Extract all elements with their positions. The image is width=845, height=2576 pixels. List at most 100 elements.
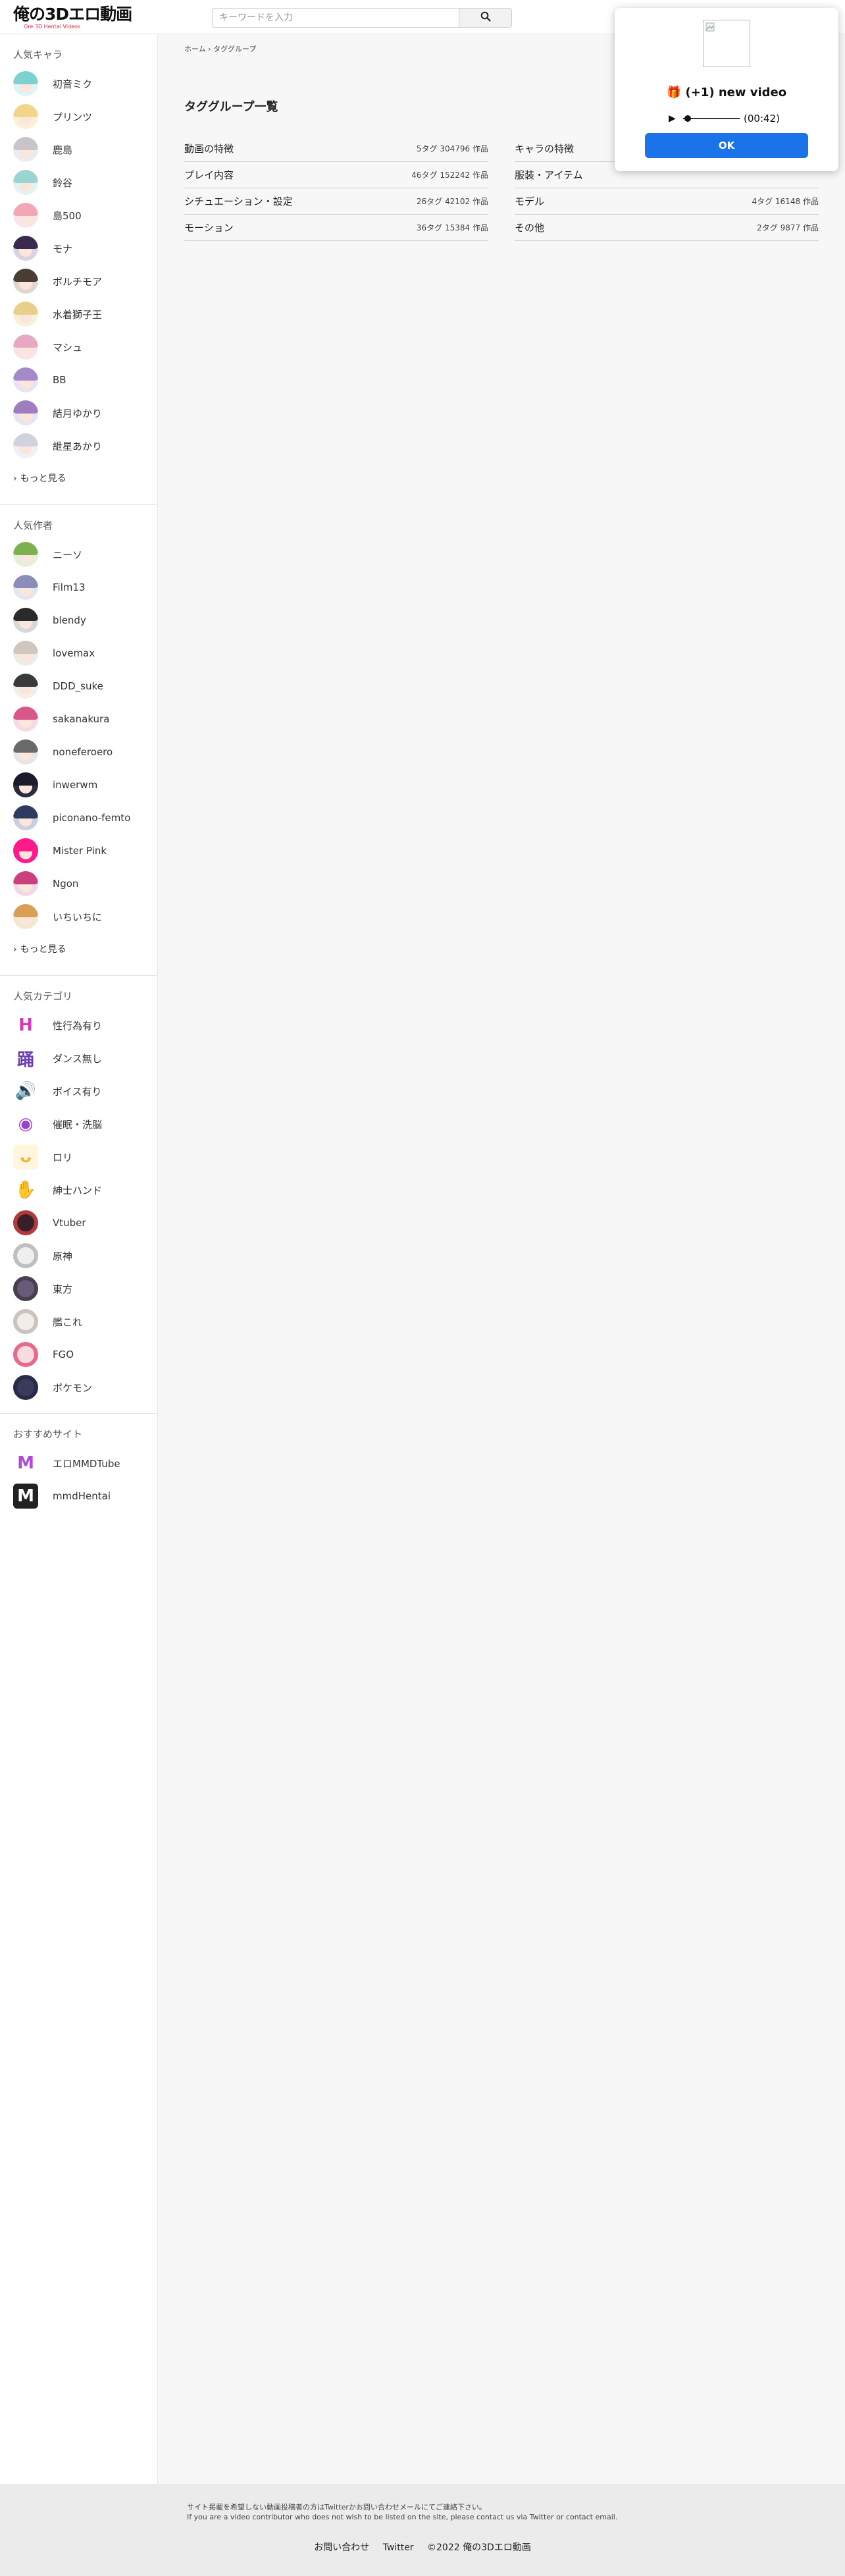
search-button[interactable] [459,8,512,28]
category-item[interactable]: 🔊 ボイス有り [0,1075,157,1108]
author-item[interactable]: blendy [0,604,157,637]
category-label: 性行為有り [53,1019,103,1032]
tag-group-row[interactable]: モーション 36タグ 15384 作品 [184,215,488,241]
tag-group-row[interactable]: 動画の特徴 5タグ 304796 作品 [184,136,488,162]
category-label: 艦これ [53,1316,83,1328]
character-item[interactable]: 鹿島 [0,133,157,166]
character-item[interactable]: BB [0,363,157,396]
author-label: lovemax [53,647,95,659]
search-input[interactable] [212,8,459,28]
avatar [13,269,38,294]
author-item[interactable]: Mister Pink [0,834,157,867]
character-item[interactable]: モナ [0,232,157,265]
avatar [13,805,38,830]
site-item[interactable]: MmmdHentai [0,1480,157,1513]
category-label: ロリ [53,1151,73,1164]
category-label: FGO [53,1349,74,1360]
character-label: マシュ [53,341,83,354]
character-item[interactable]: 鈴谷 [0,166,157,199]
tag-group-tag-count: 5タグ [416,144,438,153]
tag-group-work-count: 304796 作品 [440,144,488,153]
category-item[interactable]: 踊 ダンス無し [0,1042,157,1075]
category-icon: H [13,1013,38,1038]
tag-group-meta: 26タグ 42102 作品 [417,196,488,207]
author-item[interactable]: いちいちに [0,900,157,933]
audio-progress-knob[interactable] [684,115,692,122]
tag-group-tag-count: 26タグ [416,197,443,206]
tag-group-work-count: 9877 作品 [780,223,819,232]
footer-twitter-link[interactable]: Twitter [383,2542,414,2553]
tag-group-row[interactable]: モデル 4タグ 16148 作品 [515,188,819,215]
tag-group-row[interactable]: シチュエーション・設定 26タグ 42102 作品 [184,188,488,215]
author-item[interactable]: Film13 [0,571,157,604]
character-list: 初音ミク プリンツ 鹿島 鈴谷 島500 モナ ボルチモア 水着獅子王マシュ BB 結月ゆかり紲星… [0,67,157,462]
avatar [13,137,38,162]
tag-group-tag-count: 46タグ [411,171,438,180]
character-item[interactable]: 水着獅子王 [0,298,157,331]
author-item[interactable]: sakanakura [0,703,157,736]
footer-contact-link[interactable]: お問い合わせ [314,2542,369,2553]
avatar [13,608,38,633]
character-label: 結月ゆかり [53,407,103,419]
author-label: DDD_suke [53,680,103,692]
character-item[interactable]: 紲星あかり [0,429,157,462]
tag-group-row[interactable]: その他 2タグ 9877 作品 [515,215,819,241]
tag-group-name: モデル [515,196,545,207]
avatar [13,674,38,699]
avatar-hair [13,170,38,183]
site-label: エロMMDTube [53,1457,120,1470]
category-item[interactable]: ◉ 催眠・洗脳 [0,1108,157,1140]
avatar [13,335,38,360]
authors-more-link[interactable]: もっと見る [0,933,157,966]
author-item[interactable]: lovemax [0,637,157,670]
tag-group-meta: 5タグ 304796 作品 [417,143,488,154]
category-item[interactable]: ✋ 紳士ハンド [0,1173,157,1206]
audio-progress-track[interactable] [683,115,740,122]
category-item[interactable]: ᴗ ロリ [0,1140,157,1173]
category-item[interactable]: H 性行為有り [0,1009,157,1042]
author-label: Film13 [53,581,86,593]
category-item[interactable]: 東方 [0,1272,157,1305]
avatar-hair [13,203,38,216]
play-icon[interactable]: ▶ [669,113,679,124]
character-item[interactable]: ボルチモア [0,265,157,298]
broken-image-placeholder [703,20,750,67]
character-item[interactable]: 結月ゆかり [0,396,157,429]
category-icon [13,1309,38,1334]
character-item[interactable]: プリンツ [0,100,157,133]
characters-more-link[interactable]: もっと見る [0,462,157,495]
tag-group-name: シチュエーション・設定 [184,196,293,207]
author-label: Ngon [53,878,79,890]
author-item[interactable]: inwerwm [0,768,157,801]
sidebar: 人気キャラ 初音ミク プリンツ 鹿島 鈴谷 島500 モナ ボルチモア 水着獅子王マシュ BB 結… [0,34,158,2484]
popular-characters-title: 人気キャラ [13,49,63,61]
category-item[interactable]: 艦これ [0,1305,157,1338]
ok-button[interactable]: OK [645,133,808,158]
author-item[interactable]: noneferoero [0,736,157,768]
avatar-hair [13,707,38,720]
author-item[interactable]: Ngon [0,867,157,900]
site-item[interactable]: M エロMMDTube [0,1447,157,1480]
author-item[interactable]: DDD_suke [0,670,157,703]
breadcrumb: ホーム › タググループ [184,43,256,54]
search-bar [212,8,512,28]
character-item[interactable]: マシュ [0,331,157,363]
category-item[interactable]: FGO [0,1338,157,1371]
category-item[interactable]: ポケモン [0,1371,157,1404]
character-label: BB [53,374,66,386]
category-item[interactable]: Vtuber [0,1206,157,1239]
avatar [13,236,38,261]
tag-group-row[interactable]: プレイ内容 46タグ 152242 作品 [184,162,488,188]
avatar [13,104,38,129]
audio-player: ▶ (00:42) [669,111,787,126]
category-item[interactable]: 原神 [0,1239,157,1272]
character-item[interactable]: 島500 [0,199,157,232]
site-logo[interactable]: 俺の3Dエロ動画 Ore 3D Hentai Videos [13,5,132,32]
character-item[interactable]: 初音ミク [0,67,157,100]
site-label: mmdHentai [53,1490,111,1502]
author-item[interactable]: ニーソ [0,538,157,571]
breadcrumb-home-link[interactable]: ホーム [184,45,206,53]
tag-group-work-count: 42102 作品 [445,197,488,206]
author-item[interactable]: piconano-femto [0,801,157,834]
avatar-hair [13,400,38,414]
